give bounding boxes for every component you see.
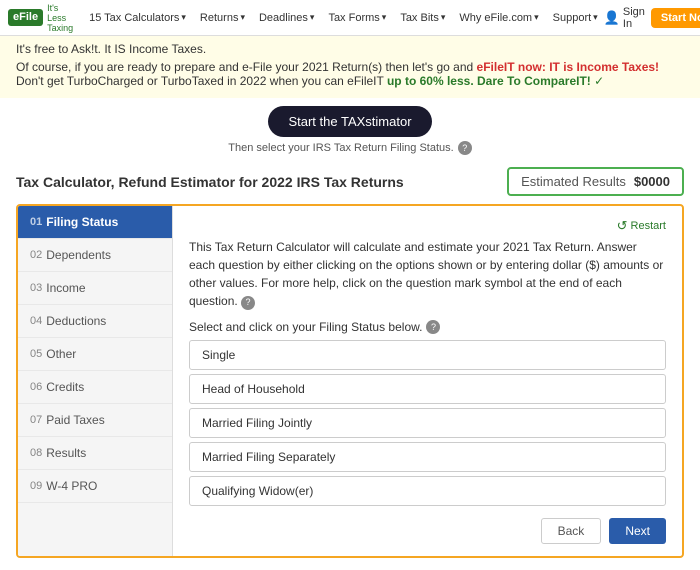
- restart-button[interactable]: ↺ Restart: [617, 218, 666, 234]
- logo-icon: eFile: [8, 9, 43, 26]
- nav-items: 15 Tax Calculators ▾ Returns ▾ Deadlines…: [83, 12, 604, 24]
- promo-link1[interactable]: eFileIT now: IT is Income Taxes!: [477, 60, 659, 74]
- chevron-down-icon: ▾: [181, 12, 186, 23]
- filing-status-label: Select and click on your Filing Status b…: [189, 320, 666, 334]
- filing-options-list: Single Head of Household Married Filing …: [189, 340, 666, 506]
- calculator-section: Tax Calculator, Refund Estimator for 202…: [0, 159, 700, 570]
- next-button[interactable]: Next: [609, 518, 666, 544]
- cta-section: Start the TAXstimator Then select your I…: [0, 98, 700, 159]
- nav-item-calculators[interactable]: 15 Tax Calculators ▾: [83, 12, 192, 24]
- check-icon: ✓: [594, 74, 604, 88]
- calc-sidebar: 01 Filing Status 02 Dependents 03 Income…: [18, 206, 173, 556]
- start-now-button[interactable]: Start Now: [651, 8, 700, 28]
- chevron-down-icon: ▾: [382, 12, 387, 23]
- calc-header: Tax Calculator, Refund Estimator for 202…: [16, 167, 684, 196]
- option-married-jointly[interactable]: Married Filing Jointly: [189, 408, 666, 438]
- help-icon[interactable]: ?: [458, 141, 472, 155]
- sidebar-item-dependents[interactable]: 02 Dependents: [18, 239, 172, 272]
- calc-title: Tax Calculator, Refund Estimator for 202…: [16, 174, 404, 190]
- sidebar-item-w4pro[interactable]: 09 W-4 PRO: [18, 470, 172, 503]
- estimated-label: Estimated Results: [521, 174, 626, 189]
- calc-main-content: ↺ Restart This Tax Return Calculator wil…: [173, 206, 682, 556]
- promo-line1: It's free to Ask!t. It IS Income Taxes.: [16, 42, 684, 56]
- chevron-down-icon: ▾: [240, 12, 245, 23]
- chevron-down-icon: ▾: [534, 12, 539, 23]
- sidebar-item-filing-status[interactable]: 01 Filing Status: [18, 206, 172, 239]
- sidebar-item-deductions[interactable]: 04 Deductions: [18, 305, 172, 338]
- navbar: eFile It's Less Taxing 15 Tax Calculator…: [0, 0, 700, 36]
- sidebar-item-credits[interactable]: 06 Credits: [18, 371, 172, 404]
- promo-link2[interactable]: up to 60% less. Dare To CompareIT!: [387, 74, 591, 88]
- option-married-separately[interactable]: Married Filing Separately: [189, 442, 666, 472]
- calc-footer: Back Next: [189, 518, 666, 544]
- nav-right: 👤 Sign In Start Now: [604, 6, 700, 30]
- signin-button[interactable]: 👤 Sign In: [604, 6, 645, 30]
- sidebar-item-other[interactable]: 05 Other: [18, 338, 172, 371]
- intro-text: This Tax Return Calculator will calculat…: [189, 238, 666, 310]
- promo-banner: It's free to Ask!t. It IS Income Taxes. …: [0, 36, 700, 98]
- option-head-of-household[interactable]: Head of Household: [189, 374, 666, 404]
- intro-help-icon[interactable]: ?: [241, 296, 255, 310]
- nav-item-whyefile[interactable]: Why eFile.com ▾: [453, 12, 544, 24]
- chevron-down-icon: ▾: [593, 12, 598, 23]
- option-qualifying-widow[interactable]: Qualifying Widow(er): [189, 476, 666, 506]
- nav-item-taxbits[interactable]: Tax Bits ▾: [394, 12, 451, 24]
- restart-icon: ↺: [617, 218, 628, 234]
- chevron-down-icon: ▾: [310, 12, 315, 23]
- sidebar-item-paid-taxes[interactable]: 07 Paid Taxes: [18, 404, 172, 437]
- nav-item-returns[interactable]: Returns ▾: [194, 12, 251, 24]
- option-single[interactable]: Single: [189, 340, 666, 370]
- filing-help-icon[interactable]: ?: [426, 320, 440, 334]
- nav-item-deadlines[interactable]: Deadlines ▾: [253, 12, 320, 24]
- restart-row: ↺ Restart: [189, 218, 666, 234]
- chevron-down-icon: ▾: [441, 12, 446, 23]
- logo: eFile It's Less Taxing: [8, 3, 73, 33]
- taxstimator-button[interactable]: Start the TAXstimator: [268, 106, 431, 137]
- logo-tagline: It's Less Taxing: [47, 3, 73, 33]
- cta-subtitle: Then select your IRS Tax Return Filing S…: [0, 141, 700, 155]
- calculator-body: 01 Filing Status 02 Dependents 03 Income…: [16, 204, 684, 558]
- estimated-value: $0000: [634, 174, 670, 189]
- estimated-results-badge: Estimated Results $0000: [507, 167, 684, 196]
- nav-item-taxforms[interactable]: Tax Forms ▾: [322, 12, 392, 24]
- back-button[interactable]: Back: [541, 518, 602, 544]
- user-icon: 👤: [604, 10, 620, 26]
- sidebar-item-results[interactable]: 08 Results: [18, 437, 172, 470]
- sidebar-item-income[interactable]: 03 Income: [18, 272, 172, 305]
- nav-item-support[interactable]: Support ▾: [547, 12, 604, 24]
- promo-line2: Of course, if you are ready to prepare a…: [16, 60, 684, 88]
